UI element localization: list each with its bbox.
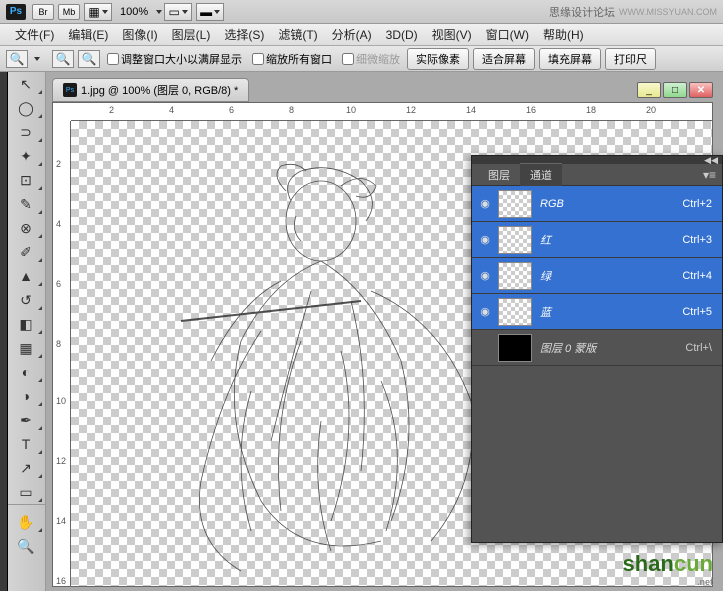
- app-titlebar: Ps Br Mb ▦ 100% ▭ ▬ 思缘设计论坛 WWW.MISSYUAN.…: [0, 0, 723, 24]
- channel-thumb: [498, 334, 532, 362]
- channel-blue[interactable]: ◉ 蓝 Ctrl+5: [472, 294, 722, 330]
- close-button[interactable]: ✕: [689, 82, 713, 98]
- panel-tabs: 图层 通道 ▾≡: [472, 164, 722, 186]
- marquee-tool[interactable]: ◯: [8, 96, 44, 120]
- photoshop-logo-icon: Ps: [6, 4, 26, 20]
- view-extras-dropdown[interactable]: ▦: [84, 3, 112, 21]
- channel-layer-mask[interactable]: 图层 0 蒙版 Ctrl+\: [472, 330, 722, 366]
- move-tool[interactable]: ↖: [8, 72, 44, 96]
- dodge-tool[interactable]: ◑: [8, 384, 44, 408]
- document-tab[interactable]: Ps 1.jpg @ 100% (图层 0, RGB/8) *: [52, 78, 249, 102]
- menu-edit[interactable]: 编辑(E): [61, 26, 115, 43]
- bridge-button[interactable]: Br: [32, 4, 54, 20]
- pen-tool[interactable]: ✒: [8, 408, 44, 432]
- tab-layers[interactable]: 图层: [478, 164, 520, 186]
- ruler-horizontal: 2468101214161820: [71, 103, 712, 121]
- toolbox-strip: [0, 72, 8, 591]
- channel-rgb[interactable]: ◉ RGB Ctrl+2: [472, 186, 722, 222]
- fill-screen-button[interactable]: 填充屏幕: [539, 48, 601, 70]
- zoom-out-button[interactable]: 🔍: [78, 50, 100, 68]
- menu-layer[interactable]: 图层(L): [165, 26, 218, 43]
- shape-tool[interactable]: ▭: [8, 480, 44, 504]
- menu-file[interactable]: 文件(F): [8, 26, 61, 43]
- healing-tool[interactable]: ⊗: [8, 216, 44, 240]
- brand-url: WWW.MISSYUAN.COM: [619, 7, 717, 17]
- toolbox: ↖ ◯ ⊃ ✦ ⊡ ✎ ⊗ ✐ ▲ ↺ ◧ ▦ ◐ ◑ ✒ T ↗ ▭ ✋ 🔍: [8, 72, 46, 591]
- channel-thumb: [498, 262, 532, 290]
- stamp-tool[interactable]: ▲: [8, 264, 44, 288]
- visibility-icon[interactable]: ◉: [476, 267, 494, 285]
- eyedropper-tool[interactable]: ✎: [8, 192, 44, 216]
- visibility-icon[interactable]: [476, 339, 494, 357]
- window-controls: _ □ ✕: [635, 82, 713, 98]
- chevron-down-icon: [156, 10, 162, 14]
- collapse-icon[interactable]: ◀◀: [704, 155, 718, 166]
- print-size-button[interactable]: 打印尺: [605, 48, 656, 70]
- history-brush-tool[interactable]: ↺: [8, 288, 44, 312]
- visibility-icon[interactable]: ◉: [476, 303, 494, 321]
- menu-bar: 文件(F) 编辑(E) 图像(I) 图层(L) 选择(S) 滤镜(T) 分析(A…: [0, 24, 723, 46]
- artwork-image: [121, 141, 521, 581]
- menu-window[interactable]: 窗口(W): [479, 26, 536, 43]
- menu-analysis[interactable]: 分析(A): [325, 26, 379, 43]
- channel-thumb: [498, 298, 532, 326]
- zoom-all-checkbox[interactable]: 缩放所有窗口: [252, 51, 332, 67]
- zoom-level[interactable]: 100%: [120, 6, 148, 18]
- arrange-dropdown[interactable]: ▭: [164, 3, 192, 21]
- channel-green[interactable]: ◉ 绿 Ctrl+4: [472, 258, 722, 294]
- channel-thumb: [498, 226, 532, 254]
- channels-panel: ◀◀ 图层 通道 ▾≡ ◉ RGB Ctrl+2 ◉ 红 Ctrl+3 ◉ 绿 …: [471, 155, 723, 543]
- wand-tool[interactable]: ✦: [8, 144, 44, 168]
- document-title: 1.jpg @ 100% (图层 0, RGB/8) *: [81, 82, 238, 98]
- watermark: shancun .net: [623, 551, 713, 587]
- menu-select[interactable]: 选择(S): [217, 26, 271, 43]
- menu-filter[interactable]: 滤镜(T): [271, 26, 324, 43]
- fit-screen-button[interactable]: 适合屏幕: [473, 48, 535, 70]
- visibility-icon[interactable]: ◉: [476, 195, 494, 213]
- zoom-tool[interactable]: 🔍: [8, 534, 44, 558]
- tab-channels[interactable]: 通道: [520, 163, 562, 186]
- hand-tool[interactable]: ✋: [8, 510, 44, 534]
- panel-menu-icon[interactable]: ▾≡: [703, 168, 716, 182]
- blur-tool[interactable]: ◐: [8, 360, 44, 384]
- minimize-button[interactable]: _: [637, 82, 661, 98]
- screen-mode-dropdown[interactable]: ▬: [196, 3, 224, 21]
- crop-tool[interactable]: ⊡: [8, 168, 44, 192]
- zoom-in-button[interactable]: 🔍: [52, 50, 74, 68]
- document-tab-bar: Ps 1.jpg @ 100% (图层 0, RGB/8) * _ □ ✕: [52, 78, 723, 102]
- visibility-icon[interactable]: ◉: [476, 231, 494, 249]
- maximize-button[interactable]: □: [663, 82, 687, 98]
- eraser-tool[interactable]: ◧: [8, 312, 44, 336]
- brand-text: 思缘设计论坛: [549, 4, 615, 20]
- menu-help[interactable]: 帮助(H): [536, 26, 591, 43]
- actual-pixels-button[interactable]: 实际像素: [407, 48, 469, 70]
- chevron-down-icon: [34, 57, 40, 61]
- menu-3d[interactable]: 3D(D): [379, 28, 425, 42]
- resize-window-checkbox[interactable]: 调整窗口大小以满屏显示: [107, 51, 242, 67]
- path-tool[interactable]: ↗: [8, 456, 44, 480]
- options-bar: 🔍 🔍 🔍 调整窗口大小以满屏显示 缩放所有窗口 细微缩放 实际像素 适合屏幕 …: [0, 46, 723, 72]
- panel-empty-area: [472, 366, 722, 542]
- menu-view[interactable]: 视图(V): [425, 26, 479, 43]
- brush-tool[interactable]: ✐: [8, 240, 44, 264]
- lasso-tool[interactable]: ⊃: [8, 120, 44, 144]
- gradient-tool[interactable]: ▦: [8, 336, 44, 360]
- channel-thumb: [498, 190, 532, 218]
- ps-doc-icon: Ps: [63, 83, 77, 97]
- zoom-tool-icon[interactable]: 🔍: [6, 50, 28, 68]
- minibridge-button[interactable]: Mb: [58, 4, 80, 20]
- menu-image[interactable]: 图像(I): [115, 26, 164, 43]
- channel-red[interactable]: ◉ 红 Ctrl+3: [472, 222, 722, 258]
- type-tool[interactable]: T: [8, 432, 44, 456]
- ruler-vertical: 246810121416: [53, 121, 71, 586]
- scrubby-zoom-checkbox[interactable]: 细微缩放: [342, 51, 400, 67]
